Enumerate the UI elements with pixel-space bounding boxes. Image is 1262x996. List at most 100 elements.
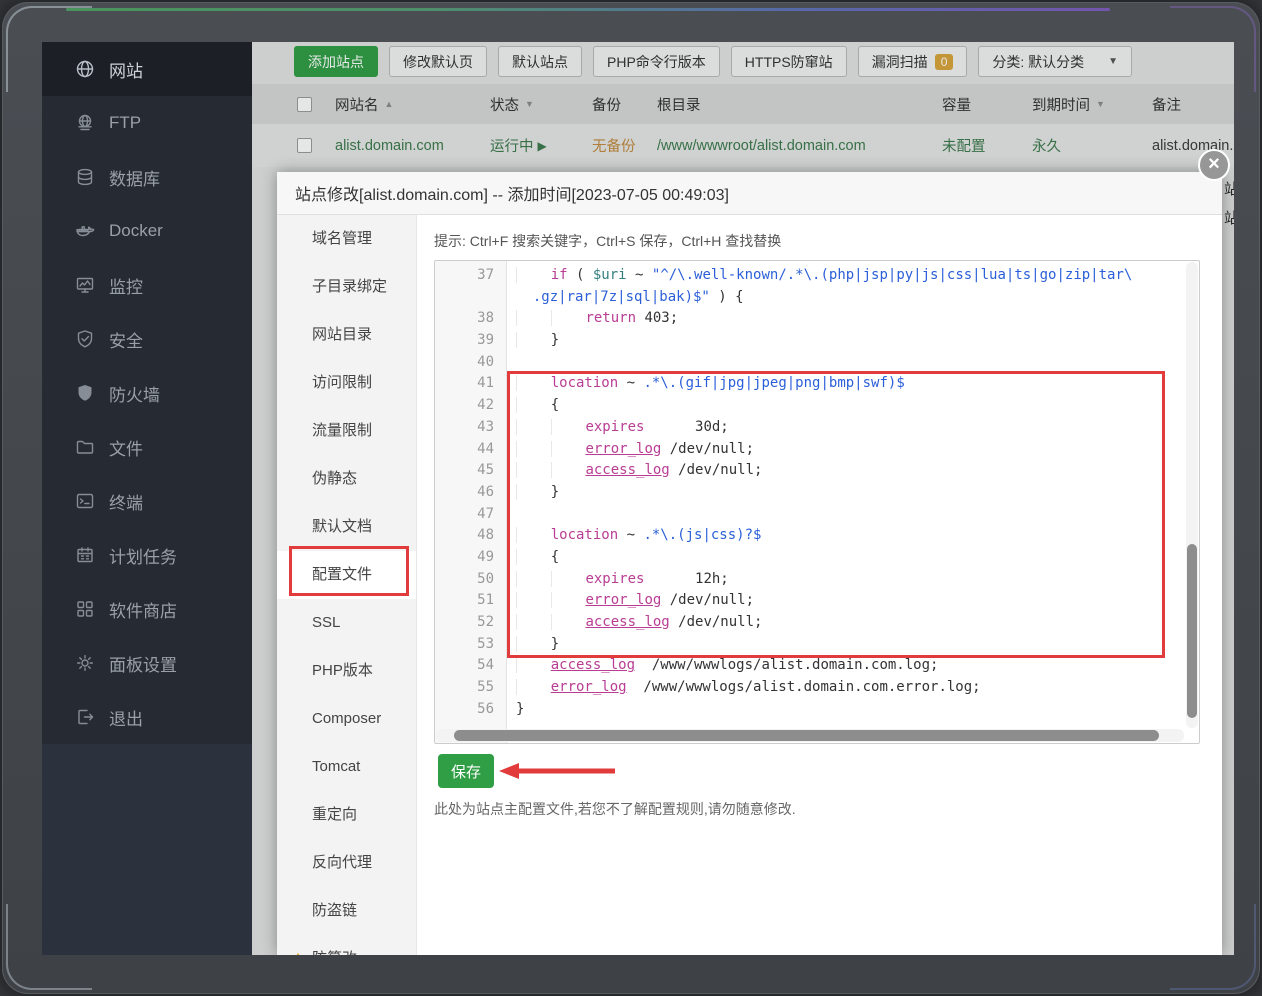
sidebar-item-monitor[interactable]: 监控 — [42, 258, 252, 312]
code-line: 55 error_log /www/wwwlogs/alist.domain.c… — [435, 677, 1185, 699]
sidebar-item-site[interactable]: 网站 — [42, 42, 252, 96]
code-text: .gz|rar|7z|sql|bak)$" ) { — [507, 287, 744, 309]
modal-tab-reverse-proxy[interactable]: 反向代理 — [277, 839, 416, 887]
sidebar-item-docker[interactable]: Docker — [42, 204, 252, 258]
code-line: 37 if ( $uri ~ "^/\.well-known/.*\.(php|… — [435, 265, 1185, 287]
line-number: 48 — [435, 525, 507, 547]
line-number: 49 — [435, 547, 507, 569]
line-number: 41 — [435, 373, 507, 395]
code-text: } — [507, 634, 559, 656]
sidebar-item-firewall[interactable]: 防火墙 — [42, 366, 252, 420]
modal-tab-subdir-bind[interactable]: 子目录绑定 — [277, 263, 416, 311]
editor-code-lines: 37 if ( $uri ~ "^/\.well-known/.*\.(php|… — [435, 265, 1185, 720]
vertical-scrollbar-thumb[interactable] — [1187, 544, 1197, 718]
line-number: 52 — [435, 612, 507, 634]
code-line: 50 expires 12h; — [435, 569, 1185, 591]
line-number: 54 — [435, 655, 507, 677]
tab-label: 重定向 — [312, 806, 357, 823]
sidebar-item-security[interactable]: 安全 — [42, 312, 252, 366]
code-line: 43 expires 30d; — [435, 417, 1185, 439]
save-button[interactable]: 保存 — [438, 754, 494, 788]
line-number: 37 — [435, 265, 507, 287]
sidebar-item-panel-settings[interactable]: 面板设置 — [42, 636, 252, 690]
code-line: 48 location ~ .*\.(js|css)?$ — [435, 525, 1185, 547]
line-number: 55 — [435, 677, 507, 699]
horizontal-scrollbar-thumb[interactable] — [454, 730, 1159, 741]
code-text: if ( $uri ~ "^/\.well-known/.*\.(php|jsp… — [507, 265, 1132, 287]
code-line: 44 error_log /dev/null; — [435, 439, 1185, 461]
code-line: 41 location ~ .*\.(gif|jpg|jpeg|png|bmp|… — [435, 373, 1185, 395]
modal-tab-config-file[interactable]: 配置文件 — [277, 551, 416, 599]
modal-tab-tomcat[interactable]: Tomcat — [277, 743, 416, 791]
folder-icon — [75, 437, 95, 457]
line-number: 38 — [435, 308, 507, 330]
line-number: 42 — [435, 395, 507, 417]
editor-hint-text: 提示: Ctrl+F 搜索关键字，Ctrl+S 保存，Ctrl+H 查找替换 — [434, 231, 781, 251]
code-text — [507, 352, 516, 374]
code-text: access_log /dev/null; — [507, 612, 762, 634]
terminal-icon — [75, 491, 95, 511]
sidebar-item-label: 网站 — [109, 57, 143, 82]
close-icon[interactable]: × — [1198, 149, 1230, 181]
sidebar-item-label: 软件商店 — [109, 597, 177, 622]
tab-label: 流量限制 — [312, 422, 372, 439]
line-number: 45 — [435, 460, 507, 482]
tab-label: PHP版本 — [312, 662, 373, 679]
code-text: error_log /dev/null; — [507, 439, 754, 461]
shield-solid-icon — [75, 383, 95, 403]
code-text: expires 30d; — [507, 417, 729, 439]
tab-label: 配置文件 — [312, 566, 372, 583]
sidebar-item-app-store[interactable]: 软件商店 — [42, 582, 252, 636]
modal-tab-domain-manage[interactable]: 域名管理 — [277, 215, 416, 263]
globe-icon — [75, 59, 95, 79]
sidebar-item-terminal[interactable]: 终端 — [42, 474, 252, 528]
modal-tab-default-doc[interactable]: 默认文档 — [277, 503, 416, 551]
line-number: 46 — [435, 482, 507, 504]
modal-tab-traffic-limit[interactable]: 流量限制 — [277, 407, 416, 455]
code-text: error_log /www/wwwlogs/alist.domain.com.… — [507, 677, 981, 699]
annotation-arrow — [497, 762, 617, 780]
modal-tab-composer[interactable]: Composer — [277, 695, 416, 743]
sidebar-item-label: 终端 — [109, 489, 143, 514]
modal-tab-redirect[interactable]: 重定向 — [277, 791, 416, 839]
modal-tab-tamper-proof[interactable]: 防篡改 — [277, 935, 416, 955]
tab-label: 域名管理 — [312, 230, 372, 247]
docker-icon — [75, 221, 95, 241]
calendar-icon — [75, 545, 95, 565]
modal-tab-anti-leech[interactable]: 防盗链 — [277, 887, 416, 935]
modal-tab-url-rewrite[interactable]: 伪静态 — [277, 455, 416, 503]
monitor-icon — [75, 275, 95, 295]
config-file-editor[interactable]: 37 if ( $uri ~ "^/\.well-known/.*\.(php|… — [434, 260, 1200, 744]
code-text: location ~ .*\.(gif|jpg|jpeg|png|bmp|swf… — [507, 373, 905, 395]
line-number — [435, 287, 507, 309]
sidebar-item-label: 数据库 — [109, 165, 160, 190]
code-line: 56} — [435, 699, 1185, 721]
tab-label: 网站目录 — [312, 326, 372, 343]
code-text: access_log /dev/null; — [507, 460, 762, 482]
modal-tab-access-limit[interactable]: 访问限制 — [277, 359, 416, 407]
sidebar-item-label: 安全 — [109, 327, 143, 352]
code-line: 46 } — [435, 482, 1185, 504]
code-line: 38 return 403; — [435, 308, 1185, 330]
sidebar-item-ftp[interactable]: FTP — [42, 96, 252, 150]
code-line: 45 access_log /dev/null; — [435, 460, 1185, 482]
modal-tab-php-version[interactable]: PHP版本 — [277, 647, 416, 695]
crown-icon — [290, 937, 306, 953]
sidebar-item-cron[interactable]: 计划任务 — [42, 528, 252, 582]
code-text: error_log /dev/null; — [507, 590, 754, 612]
sidebar-item-label: Docker — [109, 221, 163, 241]
sidebar-item-database[interactable]: 数据库 — [42, 150, 252, 204]
line-number: 50 — [435, 569, 507, 591]
sidebar-item-files[interactable]: 文件 — [42, 420, 252, 474]
code-line: 49 { — [435, 547, 1185, 569]
config-warning-text: 此处为站点主配置文件,若您不了解配置规则,请勿随意修改. — [434, 799, 796, 819]
sidebar: 网站 FTP 数据库 Docker 监控安全防火墙文件终端计划任务软件商店面板设置退出 — [42, 42, 252, 955]
code-line: 52 access_log /dev/null; — [435, 612, 1185, 634]
sidebar-item-logout[interactable]: 退出 — [42, 690, 252, 744]
window-frame: 网站FTP数据库Docker监控安全防火墙文件终端计划任务软件商店面板设置退出 … — [2, 2, 1260, 994]
modal-tab-site-directory[interactable]: 网站目录 — [277, 311, 416, 359]
line-number: 56 — [435, 699, 507, 721]
modal-tab-ssl[interactable]: SSL — [277, 599, 416, 647]
code-text: access_log /www/wwwlogs/alist.domain.com… — [507, 655, 938, 677]
frame-accent-line — [66, 8, 1110, 11]
